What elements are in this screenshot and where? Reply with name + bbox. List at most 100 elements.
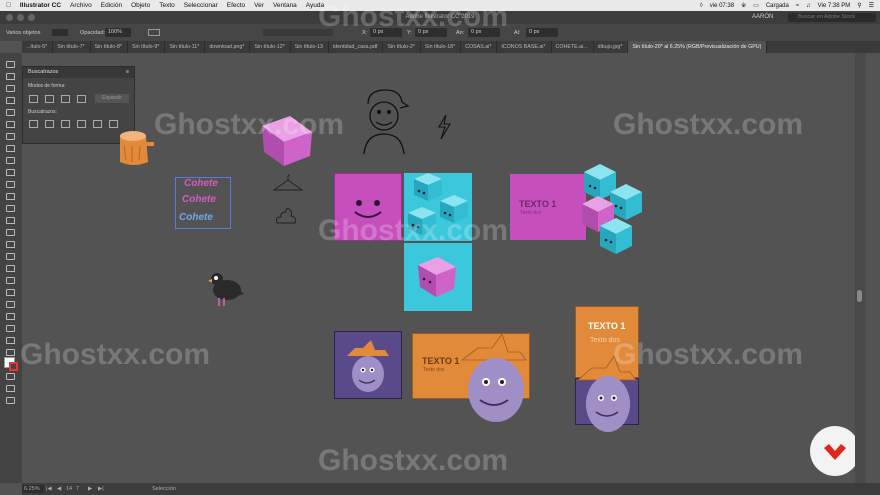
direct-selection-tool-icon[interactable] [6,73,15,80]
trim-icon[interactable] [45,120,54,128]
card-title[interactable]: TEXTO 1 [519,199,556,209]
lasso-tool-icon[interactable] [6,97,15,104]
graph-tool-icon[interactable] [6,325,15,332]
card-subtitle[interactable]: Texto dos [423,367,444,373]
tab-document[interactable]: Sin título-13 [291,41,329,53]
notifications-icon[interactable]: ☰ [869,2,874,9]
perspective-tool-icon[interactable] [6,253,15,260]
menu-objeto[interactable]: Objeto [131,2,150,9]
volume-icon[interactable]: ♫ [806,3,811,9]
tab-document[interactable]: identidad_casa.pdf [329,41,384,53]
paintbrush-tool-icon[interactable] [6,157,15,164]
rectangle-tool-icon[interactable] [6,145,15,152]
blend-tool-icon[interactable] [6,301,15,308]
menu-ventana[interactable]: Ventana [273,2,297,9]
magic-wand-tool-icon[interactable] [6,85,15,92]
artboard-tool-icon[interactable] [6,337,15,344]
width-tool-icon[interactable] [6,217,15,224]
exclude-icon[interactable] [77,95,86,103]
draw-mode-icon[interactable] [6,385,15,392]
tab-document[interactable]: download.png* [205,41,251,53]
tab-document[interactable]: Sin título-9* [128,41,166,53]
height-field[interactable]: 0 px [526,28,558,37]
menu-ayuda[interactable]: Ayuda [306,2,324,9]
divide-icon[interactable] [29,120,38,128]
shape-builder-tool-icon[interactable] [6,241,15,248]
cohete-text[interactable]: Cohete [182,194,216,205]
zoom-field[interactable]: 6.25% [22,485,44,493]
tab-document[interactable]: dibujo.jpg* [594,41,629,53]
pencil-tool-icon[interactable] [6,169,15,176]
free-transform-tool-icon[interactable] [6,229,15,236]
card-title[interactable]: TEXTO 1 [588,321,625,331]
stroke-swatch-toolbar[interactable] [9,362,18,371]
align-controls[interactable] [263,29,333,36]
pathfinder-panel-header[interactable]: Buscatrazos ≡ [23,67,134,78]
tab-document[interactable]: COSAS.ai* [461,41,498,53]
tab-document[interactable]: ICONOS BASE.ai* [497,41,552,53]
tab-document[interactable]: COHETE.ai... [552,41,594,53]
width-field[interactable]: 0 px [468,28,500,37]
tab-document[interactable]: Sin título-11* [165,41,206,53]
tab-document[interactable]: Sin título-7* [53,41,91,53]
type-tool-icon[interactable] [6,121,15,128]
tab-document[interactable]: Sin título-12* [250,41,291,53]
cohete-text[interactable]: Cohete [179,212,213,223]
next-page-icon[interactable]: ▶ [88,486,92,492]
line-tool-icon[interactable] [6,133,15,140]
eraser-tool-icon[interactable] [6,181,15,188]
rotate-tool-icon[interactable] [6,193,15,200]
menu-seleccionar[interactable]: Seleccionar [184,2,218,9]
eyedropper-tool-icon[interactable] [6,289,15,296]
card-subtitle[interactable]: Texto dos [520,210,541,216]
dropbox-icon[interactable]: ◊ [700,3,703,9]
tab-document[interactable]: Sin título-18* [421,41,462,53]
apple-icon[interactable]:  [6,2,11,9]
pen-tool-icon[interactable] [6,109,15,116]
tab-document[interactable]: Sin título-8* [91,41,128,53]
tab-document-active[interactable]: Sin título-20* al 6.25% (RGB/Previsualiz… [628,41,768,53]
adobe-stock-search[interactable]: Buscar en Adobe Stock [788,13,876,22]
symbol-sprayer-tool-icon[interactable] [6,313,15,320]
mesh-tool-icon[interactable] [6,265,15,272]
vertical-scrollbar[interactable] [855,53,866,483]
minus-front-icon[interactable] [45,95,54,103]
menu-ver[interactable]: Ver [254,2,264,9]
panel-menu-icon[interactable]: ≡ [126,67,129,78]
stroke-swatch[interactable] [52,29,68,36]
tab-document[interactable]: Sin título-2* [383,41,421,53]
first-page-icon[interactable]: |◀ [46,486,52,492]
battery-icon[interactable]: ▭ [753,2,759,9]
menu-efecto[interactable]: Efecto [227,2,245,9]
merge-icon[interactable] [61,120,70,128]
wifi-icon[interactable]: ≈ [796,3,799,9]
menubar-clock[interactable]: Vie 7:38 PM [818,3,851,9]
gradient-tool-icon[interactable] [6,277,15,284]
outline-icon[interactable] [93,120,102,128]
zoom-tool-icon[interactable] [6,373,15,380]
menu-edicion[interactable]: Edición [101,2,122,9]
scale-tool-icon[interactable] [6,205,15,212]
user-account[interactable]: AARÓN [752,14,773,20]
last-page-icon[interactable]: ▶| [98,486,104,492]
intersect-icon[interactable] [61,95,70,103]
opacity-field[interactable]: 100% [105,28,131,37]
bluetooth-icon[interactable]: ※ [741,2,746,9]
screen-mode-icon[interactable] [6,397,15,404]
crop-icon[interactable] [77,120,86,128]
menu-texto[interactable]: Texto [159,2,175,9]
menu-app[interactable]: Illustrator CC [20,2,61,9]
menu-archivo[interactable]: Archivo [70,2,92,9]
unite-icon[interactable] [29,95,38,103]
prev-page-icon[interactable]: ◀ [57,486,61,492]
tab-document[interactable]: ...ítulo-5* [22,41,54,53]
slice-tool-icon[interactable] [6,349,15,356]
vertical-scroll-thumb[interactable] [857,290,862,302]
card-subtitle[interactable]: Texto dos [590,337,620,344]
spotlight-icon[interactable]: ⚲ [857,2,861,9]
selection-tool-icon[interactable] [6,61,15,68]
cohete-text[interactable]: Cohete [184,178,218,189]
y-field[interactable]: 0 px [415,28,447,37]
x-field[interactable]: 0 px [370,28,402,37]
style-swatch[interactable] [148,29,160,36]
